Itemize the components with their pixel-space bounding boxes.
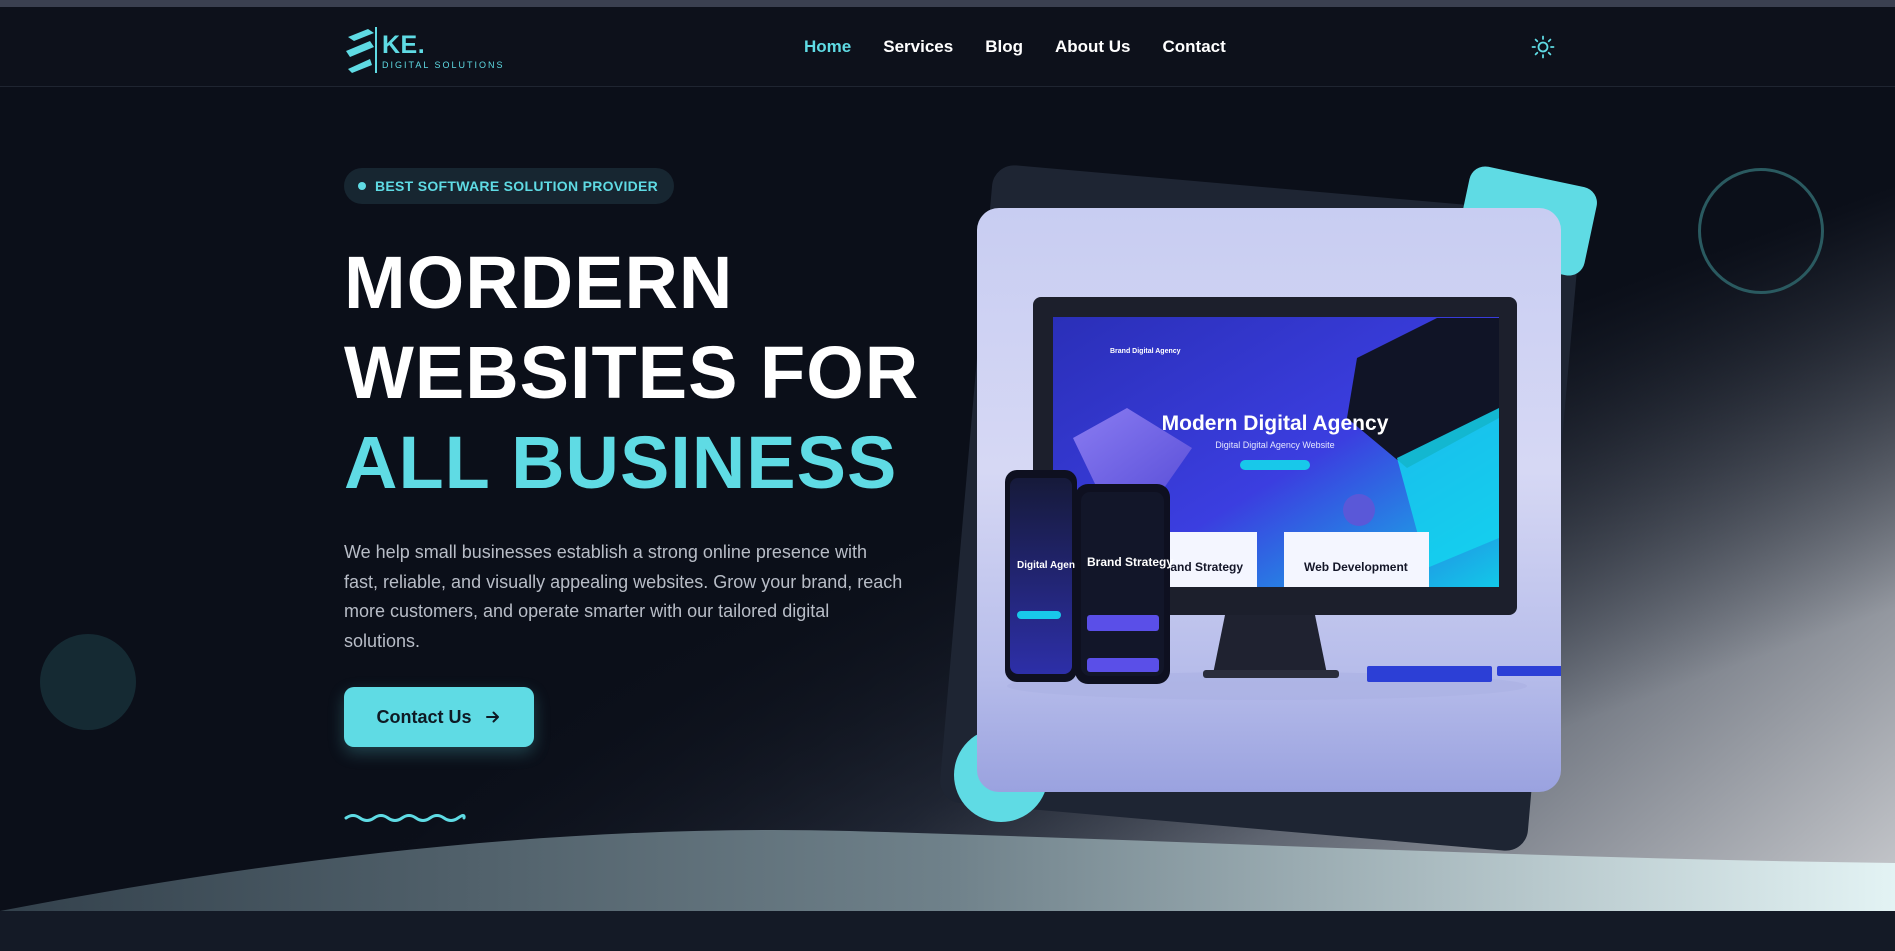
hero-badge: BEST SOFTWARE SOLUTION PROVIDER (344, 168, 675, 204)
hero-description: We help small businesses establish a str… (344, 542, 903, 651)
svg-text:Web Development: Web Development (1304, 560, 1408, 574)
hero-headline: MORDERN WEBSITES FOR ALL BUSINESS (344, 238, 919, 508)
logo-mark-icon (346, 27, 377, 73)
nav-item-services[interactable]: Services (883, 37, 953, 57)
svg-text:Modern Digital Agency: Modern Digital Agency (1162, 412, 1389, 435)
brand-name: KE. (382, 31, 426, 59)
device-mockup-illustration: Modern Digital Agency Digital Digital Ag… (1005, 297, 1561, 700)
badge-text: BEST SOFTWARE SOLUTION PROVIDER (375, 178, 659, 194)
browser-top-strip (0, 0, 1895, 7)
sun-icon (1531, 35, 1555, 59)
headline-line-1: MORDERN (344, 241, 734, 324)
main-nav: Home Services Blog About Us Contact (804, 7, 1226, 87)
brand-logo[interactable]: KE. DIGITAL SOLUTIONS (344, 23, 503, 77)
site-header: KE. DIGITAL SOLUTIONS Home Services Blog… (0, 7, 1895, 87)
theme-toggle-button[interactable] (1530, 34, 1556, 60)
svg-text:Brand Strategy: Brand Strategy (1087, 555, 1173, 569)
contact-us-label: Contact Us (376, 706, 472, 727)
hero-device-mockup-image: Modern Digital Agency Digital Digital Ag… (977, 208, 1561, 792)
contact-us-button[interactable]: Contact Us (344, 687, 534, 747)
nav-item-about-us[interactable]: About Us (1055, 37, 1131, 57)
hero-bottom-wave (0, 829, 1895, 911)
hero-section: BEST SOFTWARE SOLUTION PROVIDER MORDERN … (0, 88, 1895, 911)
decorative-circle (40, 634, 136, 730)
squiggle-decoration (344, 814, 466, 822)
headline-line-2: WEBSITES FOR (344, 331, 920, 414)
svg-text:Digital Digital Agency Website: Digital Digital Agency Website (1215, 440, 1334, 450)
arrow-right-icon (485, 711, 499, 723)
svg-text:Brand Digital Agency: Brand Digital Agency (1110, 348, 1181, 355)
nav-item-blog[interactable]: Blog (985, 37, 1023, 57)
next-section-band (0, 911, 1895, 951)
headline-line-3: ALL BUSINESS (344, 421, 898, 504)
nav-item-home[interactable]: Home (804, 37, 851, 57)
nav-item-contact[interactable]: Contact (1163, 37, 1226, 57)
badge-dot-icon (358, 182, 366, 190)
brand-tagline: DIGITAL SOLUTIONS (382, 60, 505, 70)
decorative-ring (1698, 168, 1824, 294)
